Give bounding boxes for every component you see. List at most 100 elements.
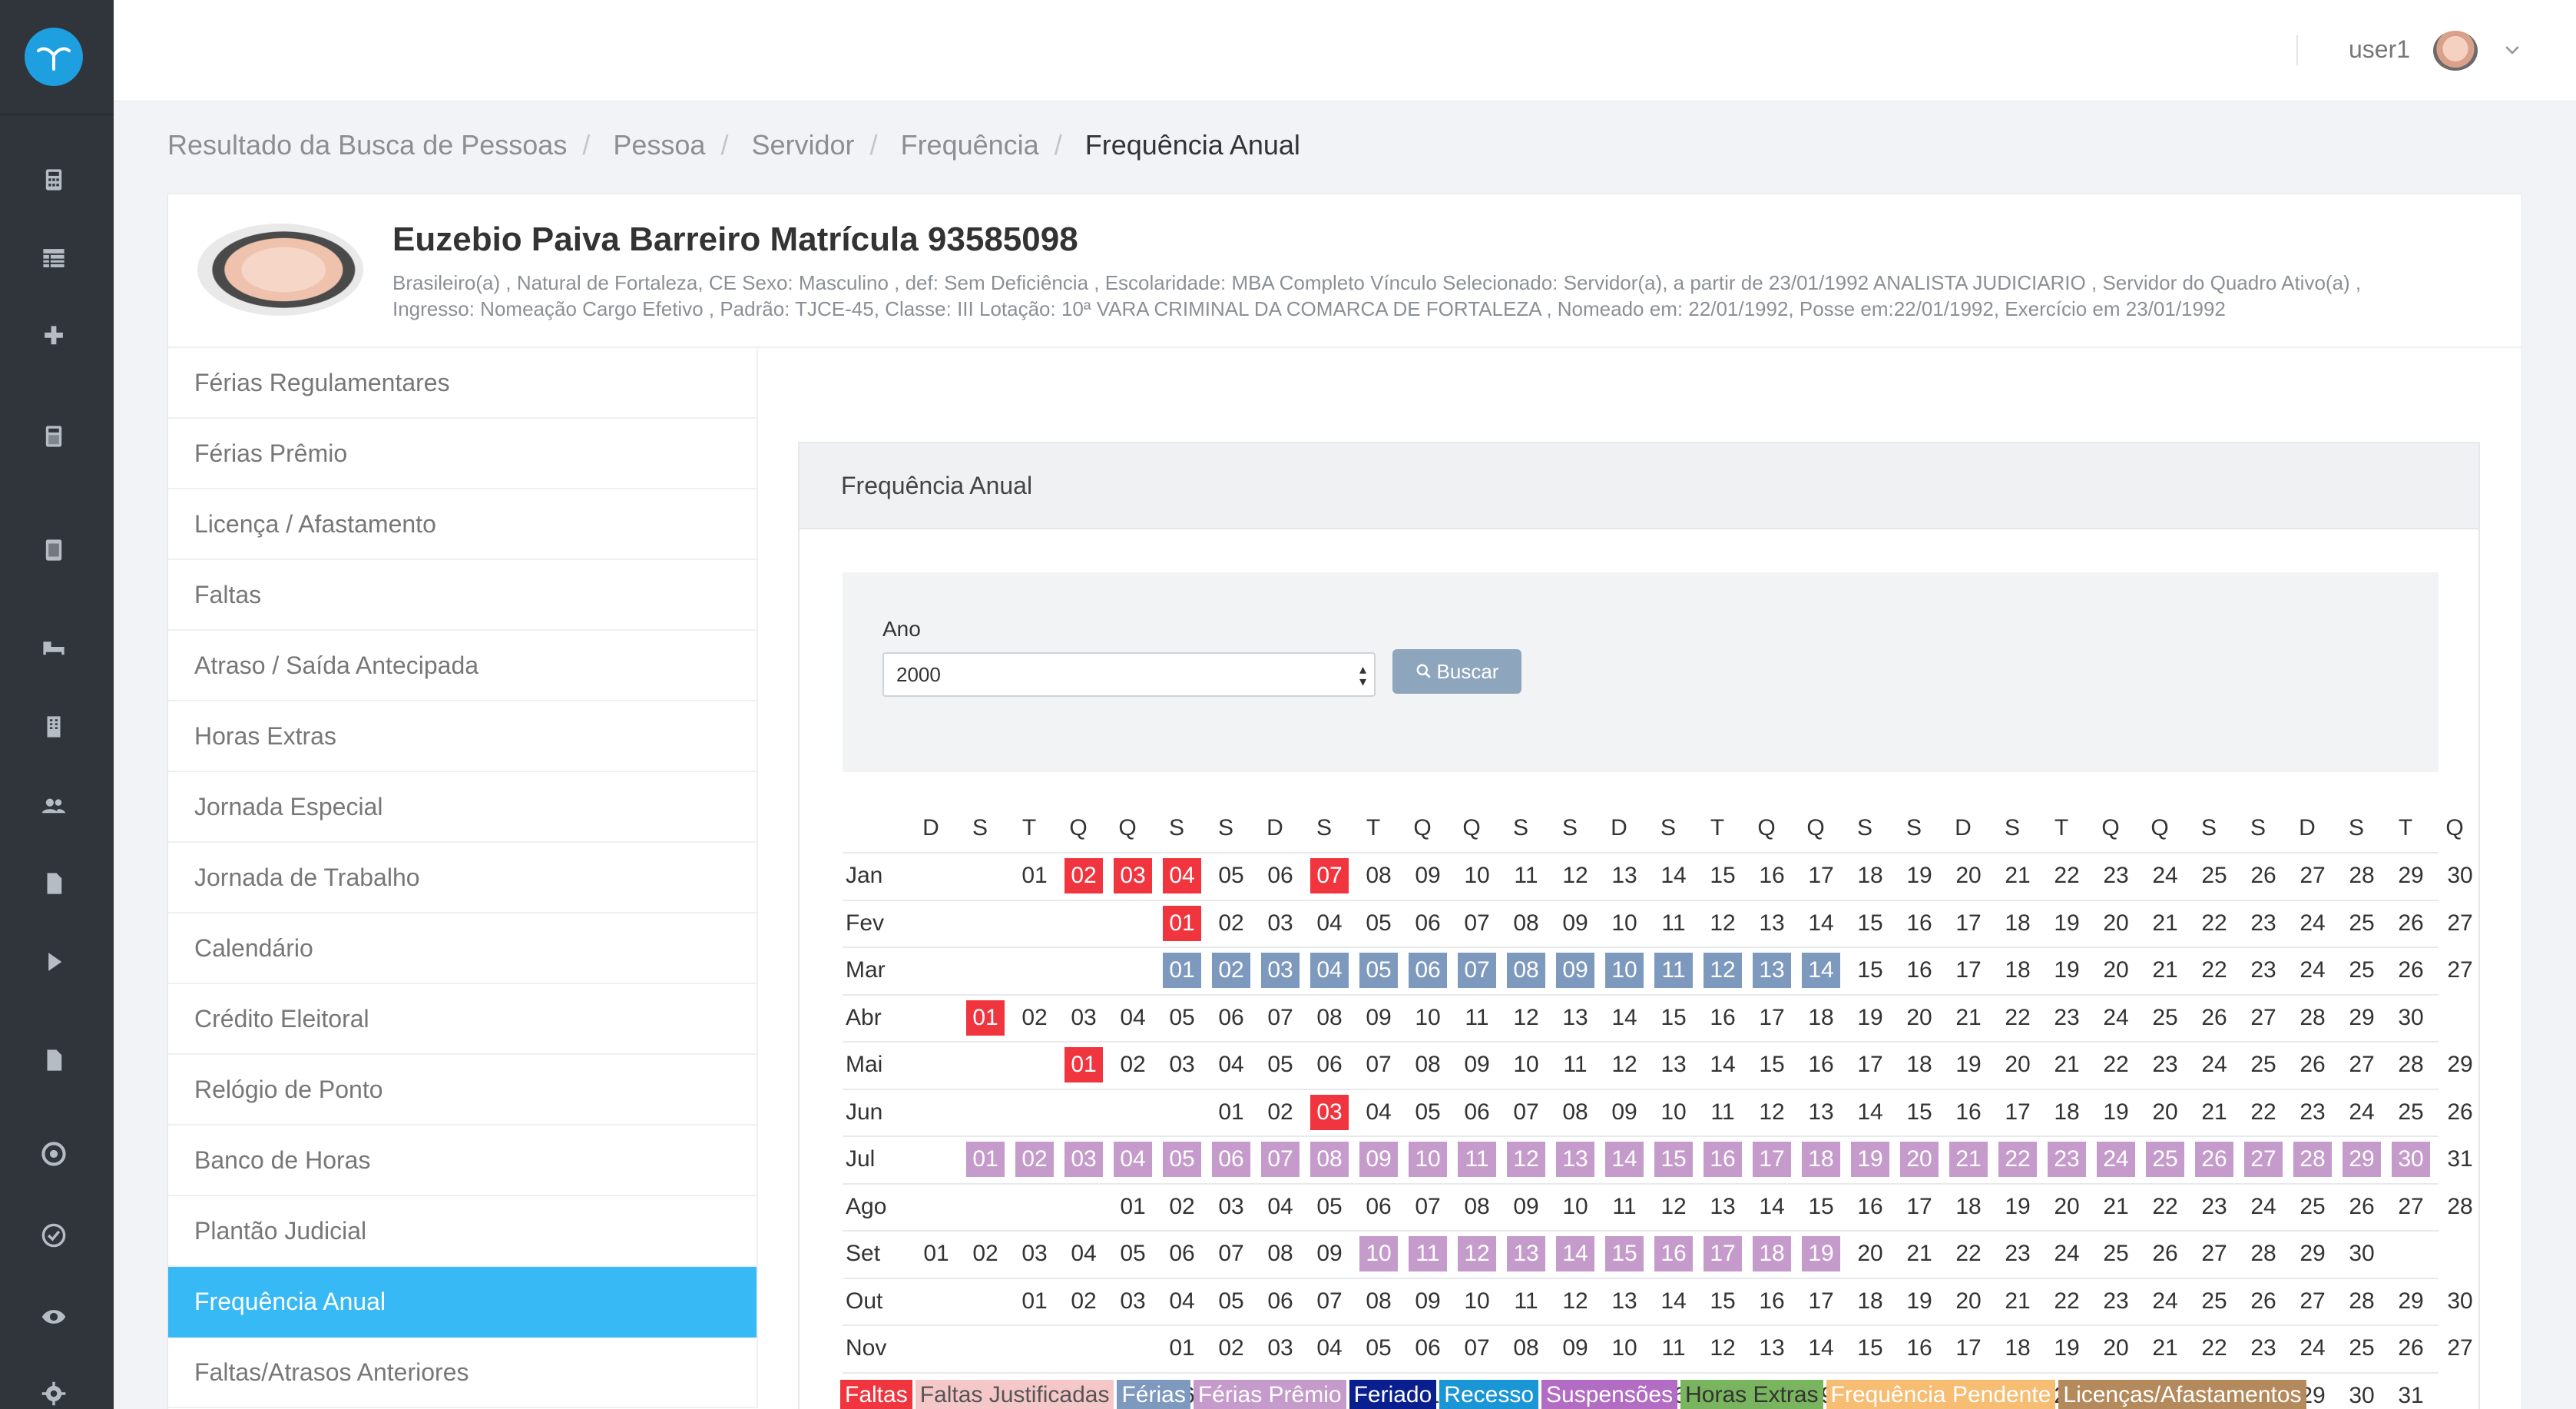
year-select-value: 2000 [896,662,941,686]
calendar-day: 09 [1415,1288,1441,1314]
menu-item[interactable]: Frequência Anual [168,1267,757,1338]
calendar-day: 04 [1120,1004,1146,1030]
calendar-day: 18 [2054,1099,2080,1125]
target-icon[interactable] [38,1139,69,1169]
calendar-day: 23 [2201,1193,2227,1219]
calendar-day: 18 [1857,1288,1883,1314]
menu-item[interactable]: Horas Extras [168,701,757,772]
calendar-day: 03 [1267,910,1293,936]
file-icon[interactable] [38,1045,69,1076]
breadcrumb-current: Frequência Anual [1084,129,1300,161]
calculator-icon[interactable] [38,164,69,195]
calendar-day: 24 [2300,1335,2326,1361]
calendar-day: 07 [1316,1288,1343,1314]
calendar-day: 30 [2447,1288,2473,1314]
breadcrumb-item[interactable]: Pessoa [613,129,705,161]
bed-icon[interactable] [38,632,69,662]
gear-icon[interactable] [38,1378,69,1409]
users-icon[interactable] [38,790,69,821]
calendar-day: 23 [2300,1099,2326,1125]
breadcrumb-item[interactable]: Resultado da Busca de Pessoas [167,129,567,161]
calendar-day: 10 [1513,1052,1539,1077]
menu-item[interactable]: Atraso / Saída Antecipada [168,631,757,701]
calendar-day-premio: 20 [1900,1142,1939,1177]
calendar-day: 12 [1759,1099,1785,1125]
building-icon[interactable] [38,711,69,742]
legend-item: Faltas Justificadas [915,1380,1114,1409]
menu-item[interactable]: Jornada Especial [168,772,757,843]
menu-item[interactable]: Férias Regulamentares [168,348,757,419]
menu-item[interactable]: Crédito Eleitoral [168,984,757,1055]
menu-item[interactable]: Faltas [168,560,757,631]
table-icon[interactable] [38,243,69,274]
calendar-day-premio: 16 [1704,1142,1742,1177]
calendar-day: 22 [2005,1004,2031,1030]
row-divider [843,1277,2439,1279]
calendar-day: 22 [2201,910,2227,936]
calendar-day-premio: 05 [1163,1142,1201,1177]
weekday-header: S [972,815,988,840]
calendar-day: 10 [1464,863,1490,888]
menu-item[interactable]: Plantão Judicial [168,1196,757,1267]
weekday-header: S [1906,815,1922,840]
calendar-day: 09 [1513,1193,1539,1219]
breadcrumb-item[interactable]: Frequência [901,129,1039,161]
user-name[interactable]: user1 [2349,35,2410,64]
calendar-day-ferias: 07 [1458,953,1496,988]
menu-item[interactable]: Férias Prêmio [168,419,757,489]
calendar-day: 12 [1513,1004,1539,1030]
calendar-day: 11 [1514,863,1538,888]
row-divider [843,1041,2439,1043]
month-name: Out [846,1288,883,1314]
weekday-header: S [1660,815,1676,840]
calendar-day: 16 [1808,1052,1834,1077]
breadcrumb-item[interactable]: Servidor [751,129,854,161]
menu-item[interactable]: Relógio de Ponto [168,1055,757,1126]
menu-item[interactable]: Banco de Horas [168,1126,757,1196]
calendar-day: 05 [1316,1193,1343,1219]
calendar-day: 20 [1906,1004,1932,1030]
calendar-day: 15 [1808,1193,1834,1219]
calendar-day: 04 [1071,1241,1097,1266]
calendar-day: 12 [1710,1335,1736,1361]
calculator-icon[interactable] [38,535,69,565]
search-button[interactable]: Buscar [1392,649,1521,694]
legend-item: Recesso [1439,1380,1538,1409]
eye-icon[interactable] [38,1301,69,1332]
menu-item[interactable]: Calendário [168,913,757,984]
calendar-day: 02 [1218,1335,1244,1361]
logo-icon[interactable] [25,28,83,86]
calendar-day-premio: 13 [1556,1142,1594,1177]
calendar-day: 12 [1562,1288,1588,1314]
user-avatar[interactable] [2433,31,2478,71]
calendar-day: 09 [1562,1335,1588,1361]
file-icon[interactable] [38,868,69,899]
calendar-day: 22 [2103,1052,2129,1077]
calendar-day: 26 [2300,1052,2326,1077]
calendar-day-ferias: 02 [1212,953,1250,988]
calendar-day: 13 [1611,1288,1637,1314]
menu-item[interactable]: Licença / Afastamento [168,489,757,560]
profile-details: Brasileiro(a) , Natural de Fortaleza, CE… [392,270,2482,322]
play-icon[interactable] [38,947,69,977]
calendar-day: 23 [2103,863,2129,888]
legend-item: Feriado [1349,1380,1437,1409]
menu-item[interactable]: Faltas/Atrasos Anteriores [168,1338,757,1408]
calendar-day: 07 [1415,1193,1441,1219]
weekday-header: T [1021,815,1037,840]
legend-item: Horas Extras [1680,1380,1823,1409]
calendar-day: 26 [2349,1193,2375,1219]
calendar-day: 12 [1562,863,1588,888]
calendar-day: 27 [2300,1288,2326,1314]
year-select[interactable]: 2000 ▴ ▾ [882,652,1376,697]
chevron-down-icon[interactable] [2502,40,2522,60]
puzzle-icon[interactable] [38,321,69,352]
menu-item[interactable]: Jornada de Trabalho [168,843,757,913]
weekday-header: D [2299,815,2316,840]
calendar-day: 14 [1808,910,1834,936]
calculator-icon[interactable] [38,421,69,452]
check-circle-icon[interactable] [38,1220,69,1251]
topbar-divider [2296,35,2298,66]
calendar-day: 26 [2398,1335,2424,1361]
profile-details-line: Ingresso: Nomeação Cargo Efetivo , Padrã… [392,297,2226,320]
